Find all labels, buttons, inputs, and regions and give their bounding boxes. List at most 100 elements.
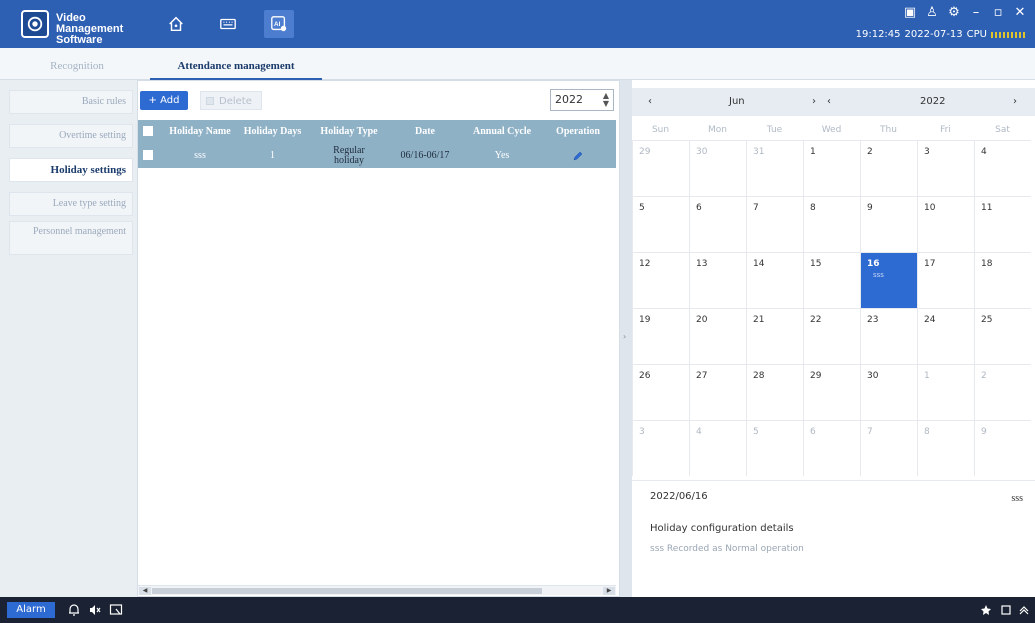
calendar-day[interactable]: 4 [974, 140, 1031, 196]
panel-splitter[interactable]: › [620, 80, 632, 597]
calendar-day[interactable]: 12 [632, 252, 689, 308]
sidebar-item-personnel-management[interactable]: Personnel management [9, 221, 133, 255]
calendar-day[interactable]: 23 [860, 308, 917, 364]
pin-icon[interactable] [978, 601, 994, 619]
scroll-right-icon[interactable]: ▶ [603, 587, 615, 595]
close-icon[interactable]: ✕ [1013, 5, 1027, 20]
calendar-day[interactable]: 7 [746, 196, 803, 252]
calendar-day[interactable]: 5 [632, 196, 689, 252]
calendar-day[interactable]: 1 [917, 364, 974, 420]
calendar-day[interactable]: 11 [974, 196, 1031, 252]
window-icon[interactable] [998, 601, 1014, 619]
calendar-day[interactable]: 15 [803, 252, 860, 308]
screen-icon[interactable] [108, 601, 124, 619]
user-icon[interactable]: ♙ [925, 5, 939, 20]
cell-holiday-type: Regular holiday [333, 145, 365, 166]
calendar-day[interactable]: 3 [632, 420, 689, 476]
calendar-day[interactable]: 1 [803, 140, 860, 196]
calendar-nav: ‹ Jun › ‹ 2022 › [632, 88, 1035, 116]
calendar-day[interactable]: 9 [974, 420, 1031, 476]
alarm-button[interactable]: Alarm [7, 602, 55, 618]
spinner-arrows-icon[interactable]: ▲ ▼ [603, 92, 609, 108]
calendar-day[interactable]: 25 [974, 308, 1031, 364]
calendar-day[interactable]: 22 [803, 308, 860, 364]
calendar-day[interactable]: 29 [632, 140, 689, 196]
calendar-day-number: 29 [639, 147, 651, 157]
calendar-day[interactable]: 29 [803, 364, 860, 420]
splitter-arrow-icon[interactable]: › [623, 332, 626, 341]
settings-icon[interactable]: ⚙ [947, 5, 961, 20]
calendar-day[interactable]: 9 [860, 196, 917, 252]
calendar-day[interactable]: 13 [689, 252, 746, 308]
add-button[interactable]: + Add [140, 91, 188, 110]
column-header-holiday-name[interactable]: Holiday Name [164, 120, 236, 144]
calendar-day[interactable]: 16 sss [860, 252, 917, 308]
home-icon[interactable] [161, 10, 191, 38]
select-all-checkbox[interactable] [143, 126, 153, 136]
calendar-day[interactable]: 5 [746, 420, 803, 476]
calendar-day[interactable]: 8 [803, 196, 860, 252]
calendar-day[interactable]: 30 [860, 364, 917, 420]
minimize-icon[interactable]: – [969, 5, 983, 20]
row-checkbox[interactable] [143, 150, 153, 160]
calendar-day[interactable]: 14 [746, 252, 803, 308]
details-tag: sss [1011, 493, 1023, 504]
calendar-day[interactable]: 8 [917, 420, 974, 476]
column-header-holiday-days[interactable]: Holiday Days [237, 120, 308, 144]
table-row[interactable]: sss 1 Regular holiday 06/16-06/17 Yes [138, 144, 616, 168]
prev-month-button[interactable]: ‹ [648, 96, 652, 107]
calendar-day[interactable]: 28 [746, 364, 803, 420]
column-header-date[interactable]: Date [390, 120, 460, 144]
tab-recognition[interactable]: Recognition [12, 48, 142, 80]
sidebar-item-holiday-settings[interactable]: Holiday settings [9, 158, 133, 182]
weekday-label: Tue [766, 125, 783, 135]
sidebar-item-leave-type-setting[interactable]: Leave type setting [9, 192, 133, 216]
calendar-day[interactable]: 19 [632, 308, 689, 364]
column-header-annual-cycle[interactable]: Annual Cycle [462, 120, 542, 144]
scroll-thumb[interactable] [152, 588, 542, 594]
calendar-day[interactable]: 4 [689, 420, 746, 476]
calendar-day-number: 17 [924, 259, 936, 269]
calendar-day[interactable]: 10 [917, 196, 974, 252]
calendar-day[interactable]: 26 [632, 364, 689, 420]
sidebar-item-overtime-setting[interactable]: Overtime setting [9, 124, 133, 148]
calendar-day[interactable]: 24 [917, 308, 974, 364]
scroll-left-icon[interactable]: ◀ [139, 587, 151, 595]
mute-icon[interactable] [87, 601, 103, 619]
cell-holiday-days: 1 [270, 150, 275, 161]
calendar-day[interactable]: 6 [803, 420, 860, 476]
alarm-bell-icon[interactable] [66, 601, 82, 619]
year-value: 2022 [555, 93, 583, 106]
ai-icon[interactable]: AI [264, 10, 294, 38]
calendar-day[interactable]: 7 [860, 420, 917, 476]
calendar-day[interactable]: 3 [917, 140, 974, 196]
calendar-day-number: 22 [810, 315, 822, 325]
edit-icon[interactable] [543, 144, 613, 168]
calendar-day[interactable]: 30 [689, 140, 746, 196]
next-year-button[interactable]: › [1013, 96, 1017, 107]
horizontal-scrollbar[interactable]: ◀ ▶ [138, 585, 616, 595]
prev-year-button[interactable]: ‹ [827, 96, 831, 107]
toolbar: + Add Delete 2022 ▲ ▼ [138, 89, 621, 111]
delete-label: Delete [219, 96, 252, 107]
calendar-day[interactable]: 31 [746, 140, 803, 196]
calendar-day[interactable]: 2 [860, 140, 917, 196]
monitor-icon[interactable]: ▣ [903, 5, 917, 20]
expand-up-icon[interactable] [1016, 601, 1032, 619]
calendar-day[interactable]: 2 [974, 364, 1031, 420]
maximize-icon[interactable]: ▫ [991, 5, 1005, 20]
delete-button[interactable]: Delete [200, 91, 262, 110]
year-select[interactable]: 2022 ▲ ▼ [550, 89, 614, 111]
calendar-day[interactable]: 6 [689, 196, 746, 252]
column-header-holiday-type[interactable]: Holiday Type [309, 120, 389, 144]
calendar-day[interactable]: 21 [746, 308, 803, 364]
calendar-day[interactable]: 27 [689, 364, 746, 420]
calendar-day[interactable]: 20 [689, 308, 746, 364]
calendar-day[interactable]: 17 [917, 252, 974, 308]
tab-attendance-management[interactable]: Attendance management [150, 48, 322, 80]
calendar-day-number: 1 [924, 371, 930, 381]
next-month-button[interactable]: › [812, 96, 816, 107]
calendar-day[interactable]: 18 [974, 252, 1031, 308]
sidebar-item-basic-rules[interactable]: Basic rules [9, 90, 133, 114]
keyboard-icon[interactable] [213, 10, 243, 38]
